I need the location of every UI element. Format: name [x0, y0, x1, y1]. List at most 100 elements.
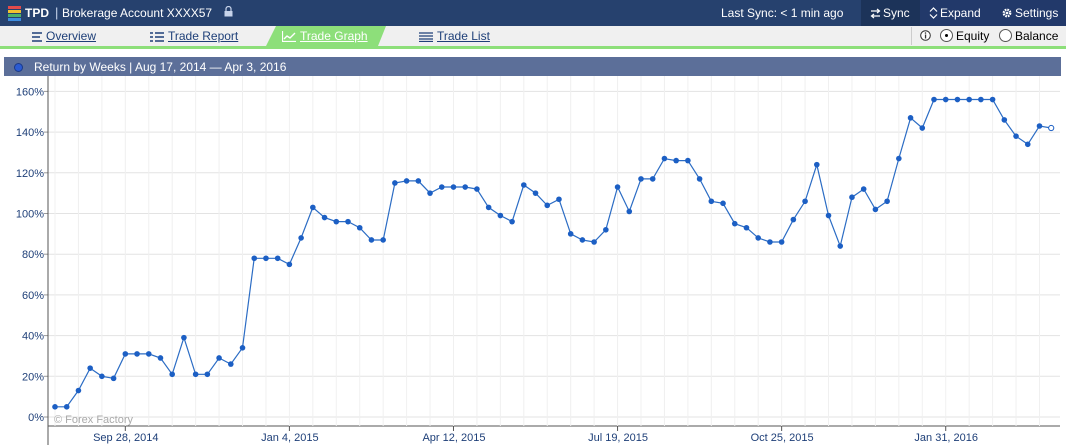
x-tick-label: Jan 31, 2016 [914, 432, 978, 444]
data-point [333, 218, 340, 225]
y-tick-label: 40% [22, 331, 44, 343]
data-point [134, 351, 140, 357]
separator: | [55, 5, 59, 20]
data-point [228, 361, 234, 367]
data-point [825, 212, 832, 219]
y-tick-label: 80% [22, 249, 44, 261]
data-point [556, 196, 562, 203]
tab-trade-list[interactable]: Trade List [419, 26, 490, 46]
data-point [474, 186, 480, 192]
data-point [87, 365, 93, 371]
x-tick-label: Jan 4, 2015 [261, 432, 319, 444]
balance-radio-circle[interactable] [999, 29, 1012, 42]
data-point [1024, 141, 1031, 148]
data-point [321, 214, 328, 221]
tab-trade-graph[interactable]: Trade Graph [281, 26, 368, 46]
balance-label: Balance [1015, 29, 1059, 43]
data-point [919, 125, 926, 131]
panel-header: Return by Weeks | Aug 17, 2014 — Apr 3, … [4, 57, 1061, 76]
list-icon [32, 32, 42, 42]
data-point [251, 255, 258, 262]
data-point [415, 178, 422, 184]
data-point [567, 231, 574, 237]
data-point [802, 198, 808, 205]
data-point [263, 255, 269, 262]
data-point [110, 375, 117, 382]
data-point [708, 198, 715, 205]
data-point [755, 235, 761, 241]
data-point [1001, 117, 1008, 123]
data-point [603, 226, 609, 233]
data-point [1013, 133, 1019, 139]
expand-label: Expand [940, 6, 981, 20]
y-tick-label: 140% [16, 127, 44, 139]
info-icon[interactable] [920, 30, 931, 41]
data-point [239, 345, 246, 351]
app-logo-icon [8, 6, 21, 21]
y-tick-label: 100% [16, 209, 44, 221]
return-chart: 0% 20% 40% 60% 80% 100% 120% 140% 160% Sep 28, 20… [16, 76, 1060, 445]
account-name: Brokerage Account XXXX57 [62, 6, 213, 20]
expand-icon [929, 7, 938, 19]
data-point [942, 96, 949, 103]
data-point [685, 157, 691, 164]
data-point [157, 355, 164, 361]
series-line [55, 98, 1052, 408]
tab-trade-graph-label: Trade Graph [300, 29, 368, 43]
data-point [438, 184, 445, 190]
data-point [1048, 124, 1055, 132]
lock-icon [224, 6, 233, 17]
sync-icon [870, 8, 881, 19]
data-point [767, 239, 773, 245]
balance-radio[interactable]: Balance [999, 29, 1058, 45]
data-point [544, 202, 551, 209]
tab-trade-report[interactable]: Trade Report [150, 26, 238, 46]
data-point [1036, 123, 1043, 129]
data-point [380, 237, 386, 243]
data-point [532, 190, 539, 196]
data-point [638, 176, 644, 182]
data-point [274, 255, 281, 262]
sync-button[interactable]: Sync [861, 0, 920, 26]
data-point [509, 218, 515, 225]
data-point [884, 198, 890, 205]
data-point [790, 216, 797, 223]
list-lines-icon [419, 32, 433, 43]
data-point [591, 239, 597, 245]
data-point [860, 186, 867, 192]
equity-radio-circle[interactable] [940, 29, 953, 42]
data-point [778, 239, 785, 245]
data-point [696, 176, 703, 182]
watermark: © Forex Factory [54, 414, 134, 426]
panel-title: Return by Weeks | Aug 17, 2014 — Apr 3, … [34, 60, 287, 74]
settings-button[interactable]: Settings [991, 0, 1066, 26]
data-point [403, 178, 410, 184]
data-point [216, 355, 222, 361]
data-point [978, 96, 984, 103]
data-point [181, 334, 187, 341]
expand-button[interactable]: Expand [920, 0, 991, 26]
data-point [837, 243, 844, 249]
data-point [872, 206, 879, 213]
data-point [485, 204, 492, 211]
data-point [966, 96, 972, 103]
data-point [310, 204, 316, 211]
data-point [122, 351, 129, 357]
data-point [896, 155, 902, 162]
divider [911, 27, 912, 45]
x-tick-label: Jul 19, 2015 [588, 432, 648, 444]
data-point [626, 208, 633, 215]
data-point [52, 404, 58, 410]
data-point [743, 224, 750, 231]
tab-overview[interactable]: Overview [32, 26, 96, 46]
equity-radio[interactable]: Equity [940, 29, 989, 45]
data-point [521, 182, 527, 188]
data-point [614, 184, 621, 190]
data-point [427, 190, 433, 196]
data-point [462, 184, 469, 190]
data-point [673, 157, 679, 164]
line-chart-icon [281, 31, 296, 43]
bullet-icon [14, 63, 23, 72]
tab-trade-list-label: Trade List [437, 29, 490, 43]
x-tick-label: Oct 25, 2015 [751, 432, 814, 444]
